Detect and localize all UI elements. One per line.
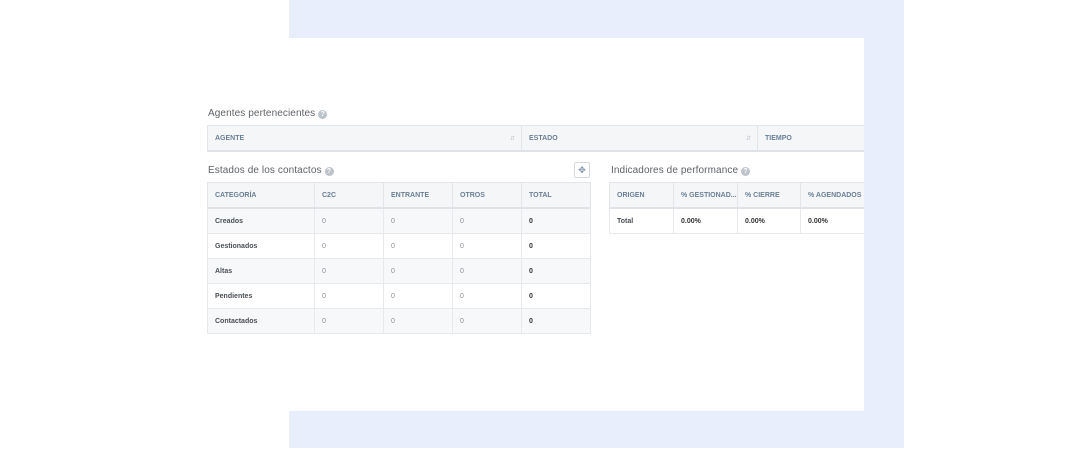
cell-agendados: 0.00% (800, 207, 864, 234)
column-header-c2c[interactable]: C2C (314, 182, 384, 209)
cell-total: 0 (521, 207, 591, 234)
cell-otros: 0 (452, 283, 522, 309)
cell-otros: 0 (452, 233, 522, 259)
column-header-estado[interactable]: ESTADO ⇵ (521, 125, 758, 152)
table-row: Gestionados 0 0 0 0 (207, 233, 591, 259)
cell-entrante: 0 (383, 207, 453, 234)
column-header-agendados[interactable]: % AGENDADOS (800, 182, 864, 209)
agents-table: AGENTE ⇵ ESTADO ⇵ TIEMPO (207, 125, 864, 152)
column-header-gestionados[interactable]: % GESTIONAD... (673, 182, 738, 209)
column-header-otros[interactable]: OTROS (452, 182, 522, 209)
cell-entrante: 0 (383, 258, 453, 284)
column-header-total[interactable]: TOTAL (521, 182, 591, 209)
table-row: Contactados 0 0 0 0 (207, 308, 591, 334)
cell-entrante: 0 (383, 308, 453, 334)
cell-c2c: 0 (314, 283, 384, 309)
question-circle-icon[interactable]: ? (324, 167, 334, 176)
cell-total: 0 (521, 233, 591, 259)
cell-otros: 0 (452, 308, 522, 334)
column-header-tiempo[interactable]: TIEMPO (757, 125, 864, 152)
cell-cierre: 0.00% (737, 207, 801, 234)
sort-icon[interactable]: ⇵ (510, 135, 515, 142)
cell-total: 0 (521, 283, 591, 309)
table-row: Total 0.00% 0.00% 0.00% (609, 207, 864, 234)
performance-table: ORIGEN % GESTIONAD... % CIERRE % AGENDAD… (609, 182, 864, 234)
column-header-origen[interactable]: ORIGEN (609, 182, 674, 209)
content-card: Agentes pertenecientes? AGENTE ⇵ ESTADO ⇵ … (0, 38, 864, 411)
cell-c2c: 0 (314, 308, 384, 334)
cell-otros: 0 (452, 207, 522, 234)
row-category: Contactados (207, 308, 315, 334)
table-row: Altas 0 0 0 0 (207, 258, 591, 284)
contact-states-table: CATEGORÍA C2C ENTRANTE OTROS TOTAL Cread… (207, 182, 591, 334)
row-category: Altas (207, 258, 315, 284)
expand-button[interactable]: ✥ (574, 162, 590, 178)
cell-total: 0 (521, 308, 591, 334)
cell-otros: 0 (452, 258, 522, 284)
cell-gestionados: 0.00% (673, 207, 738, 234)
table-row: Creados 0 0 0 0 (207, 207, 591, 234)
row-category: Gestionados (207, 233, 315, 259)
sort-icon[interactable]: ⇵ (746, 135, 751, 142)
question-circle-icon[interactable]: ? (741, 167, 751, 176)
question-circle-icon[interactable]: ? (318, 110, 328, 119)
agents-title-text: Agentes pertenecientes (208, 108, 316, 119)
column-header-categoria[interactable]: CATEGORÍA (207, 182, 315, 209)
cell-entrante: 0 (383, 233, 453, 259)
row-category: Pendientes (207, 283, 315, 309)
cell-c2c: 0 (314, 233, 384, 259)
row-category: Creados (207, 207, 315, 234)
table-row: Pendientes 0 0 0 0 (207, 283, 591, 309)
move-arrows-icon: ✥ (578, 165, 586, 175)
column-header-entrante[interactable]: ENTRANTE (383, 182, 453, 209)
column-header-agente[interactable]: AGENTE ⇵ (207, 125, 522, 152)
row-origin: Total (609, 207, 674, 234)
performance-title-text: Indicadores de performance (611, 165, 739, 176)
cell-c2c: 0 (314, 258, 384, 284)
cell-entrante: 0 (383, 283, 453, 309)
contact-states-section-title: Estados de los contactos? (208, 165, 334, 176)
cell-total: 0 (521, 258, 591, 284)
cell-c2c: 0 (314, 207, 384, 234)
contact-states-title-text: Estados de los contactos (208, 165, 322, 176)
agents-section-title: Agentes pertenecientes? (208, 108, 328, 119)
column-header-cierre[interactable]: % CIERRE (737, 182, 801, 209)
performance-section-title: Indicadores de performance? (611, 165, 751, 176)
